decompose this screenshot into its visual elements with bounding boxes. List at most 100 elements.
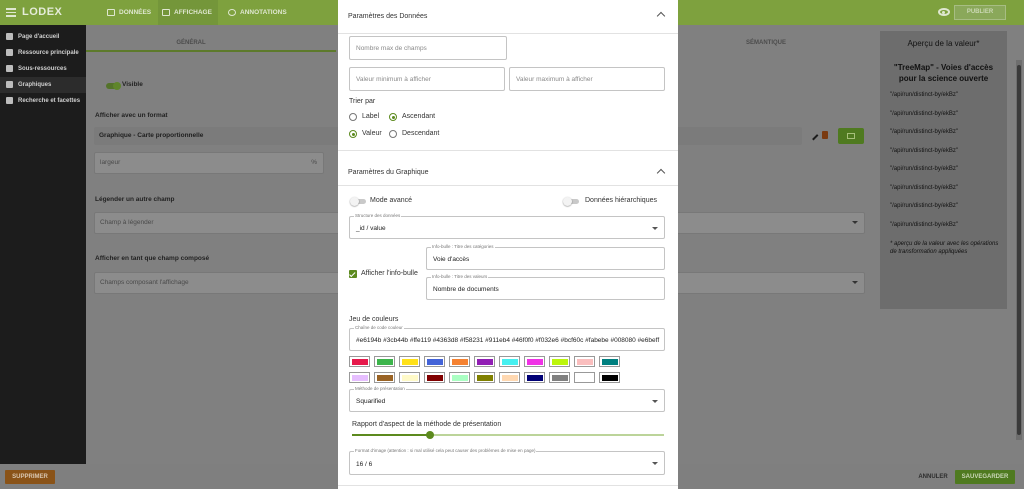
- sidebar-item-sub-resources[interactable]: Sous-ressources: [0, 61, 86, 77]
- tab-semantique[interactable]: SÉMANTIQUE: [716, 34, 816, 52]
- caption-placeholder: Champ à légender: [100, 219, 154, 226]
- min-value-input[interactable]: Valeur minimum à afficher: [349, 67, 505, 91]
- swatch-fill: [501, 374, 518, 381]
- visible-label: Visible: [122, 81, 143, 88]
- color-swatch[interactable]: [599, 356, 620, 367]
- edit-icon[interactable]: [808, 130, 819, 141]
- image-format-select[interactable]: Format d'image (attention : si mal utili…: [349, 448, 665, 475]
- sidebar-item-charts[interactable]: Graphiques: [0, 77, 86, 93]
- color-swatch[interactable]: [349, 356, 370, 367]
- composed-placeholder: Champs composant l'affichage: [100, 279, 189, 286]
- format-value: Graphique - Carte proportionnelle: [99, 132, 204, 139]
- color-swatch[interactable]: [549, 356, 570, 367]
- sidebar-item-main-resource[interactable]: Ressource principale: [0, 45, 86, 61]
- preview-value: "/api/run/distinct-by/ekBz": [890, 166, 958, 172]
- menu-icon[interactable]: [6, 8, 16, 17]
- color-string-input[interactable]: Chaîne de code couleur #e6194b #3cb44b #…: [349, 325, 665, 351]
- data-structure-select[interactable]: Structure des données _id / value: [349, 213, 665, 239]
- sidebar-item-label: Recherche et facettes: [18, 98, 81, 104]
- ratio-slider-fill: [352, 434, 430, 436]
- image-format-value: 16 / 6: [356, 461, 373, 468]
- sort-label-option: Label: [362, 113, 380, 120]
- max-value-input[interactable]: Valeur maximum à afficher: [509, 67, 665, 91]
- tooltip-category-input[interactable]: Info-bulle : Titre des catégories Voie d…: [426, 244, 665, 270]
- sidebar-item-search[interactable]: Recherche et facettes: [0, 93, 86, 109]
- tooltip-value-input[interactable]: Info-bulle : Titre des valeurs Nombre de…: [426, 274, 665, 300]
- color-swatch[interactable]: [449, 372, 470, 383]
- color-swatch[interactable]: [549, 372, 570, 383]
- delete-button[interactable]: SUPPRIMER: [5, 470, 55, 484]
- publish-button[interactable]: PUBLIER: [954, 5, 1006, 20]
- color-swatch[interactable]: [449, 356, 470, 367]
- swatch-fill: [401, 374, 418, 381]
- chevron-down-icon: [652, 400, 658, 403]
- color-swatch[interactable]: [499, 372, 520, 383]
- ratio-slider-thumb[interactable]: [426, 431, 434, 439]
- color-swatch[interactable]: [349, 372, 370, 383]
- chart-params-title: Paramètres du Graphique: [348, 169, 429, 176]
- swatch-fill: [601, 358, 618, 365]
- color-swatch[interactable]: [399, 356, 420, 367]
- tooltip-checkbox[interactable]: [349, 270, 357, 278]
- app-logo: LODEX: [22, 6, 63, 18]
- color-swatch[interactable]: [574, 356, 595, 367]
- display-icon: [162, 9, 170, 16]
- tooltip-checkbox-label: Afficher l'info-bulle: [361, 270, 418, 277]
- max-fields-input[interactable]: Nombre max de champs: [349, 36, 507, 60]
- sort-value-radio[interactable]: [349, 130, 357, 138]
- color-swatch[interactable]: [524, 372, 545, 383]
- method-select[interactable]: Méthode de présentation Squarified: [349, 386, 665, 412]
- color-swatch[interactable]: [374, 356, 395, 367]
- chart-params-header[interactable]: Paramètres du Graphique: [338, 152, 678, 186]
- preview-value: "/api/run/distinct-by/ekBz": [890, 129, 958, 135]
- advanced-mode-switch[interactable]: [350, 197, 366, 206]
- swatch-fill: [351, 358, 368, 365]
- color-swatch[interactable]: [424, 372, 445, 383]
- swatch-fill: [576, 358, 593, 365]
- trash-icon[interactable]: [822, 131, 828, 139]
- scrollbar-thumb[interactable]: [1017, 65, 1021, 435]
- sidebar: Page d'accueil Ressource principale Sous…: [0, 25, 86, 489]
- color-swatch[interactable]: [374, 372, 395, 383]
- tab-affichage[interactable]: AFFICHAGE: [158, 0, 218, 25]
- image-format-label: Format d'image (attention : si mal utili…: [354, 448, 537, 453]
- color-swatch[interactable]: [424, 356, 445, 367]
- ratio-heading: Rapport d'aspect de la méthode de présen…: [352, 421, 502, 428]
- width-field[interactable]: largeur %: [94, 152, 324, 174]
- hierarchical-switch[interactable]: [563, 197, 579, 206]
- sort-desc-radio[interactable]: [389, 130, 397, 138]
- tooltip-category-label: Info-bulle : Titre des catégories: [431, 244, 495, 249]
- tab-annotations[interactable]: ANNOTATIONS: [224, 0, 287, 25]
- tab-label: AFFICHAGE: [174, 9, 212, 16]
- swatch-fill: [476, 358, 493, 365]
- database-icon: [107, 9, 115, 16]
- sort-asc-radio[interactable]: [389, 113, 397, 121]
- color-swatch[interactable]: [474, 356, 495, 367]
- color-swatch[interactable]: [399, 372, 420, 383]
- width-unit: %: [311, 159, 317, 166]
- color-swatch[interactable]: [524, 356, 545, 367]
- tab-donnees[interactable]: DONNÉES: [103, 0, 151, 25]
- color-swatch[interactable]: [574, 372, 595, 383]
- color-swatch[interactable]: [599, 372, 620, 383]
- divider: [338, 150, 678, 151]
- method-label: Méthode de présentation: [354, 386, 406, 391]
- color-swatch[interactable]: [474, 372, 495, 383]
- save-button[interactable]: SAUVEGARDER: [955, 470, 1015, 484]
- cancel-button[interactable]: ANNULER: [915, 470, 951, 484]
- sidebar-item-label: Page d'accueil: [18, 34, 60, 40]
- tab-indicator: [86, 50, 336, 52]
- color-string-label: Chaîne de code couleur: [354, 325, 404, 330]
- data-params-header[interactable]: Paramètres des Données: [338, 0, 678, 34]
- tooltip-value-value: Nombre de documents: [433, 286, 499, 293]
- visible-toggle[interactable]: [106, 82, 121, 90]
- eye-icon[interactable]: [938, 8, 950, 16]
- format-settings-button[interactable]: [838, 128, 864, 144]
- composed-heading: Afficher en tant que champ composé: [95, 255, 210, 262]
- sidebar-item-label: Sous-ressources: [18, 66, 67, 72]
- sidebar-item-home[interactable]: Page d'accueil: [0, 29, 86, 45]
- color-swatch[interactable]: [499, 356, 520, 367]
- preview-heading: "TreeMap" - Voies d'accès pour la scienc…: [893, 63, 994, 83]
- sort-by-label: Trier par: [349, 98, 376, 105]
- sort-label-radio[interactable]: [349, 113, 357, 121]
